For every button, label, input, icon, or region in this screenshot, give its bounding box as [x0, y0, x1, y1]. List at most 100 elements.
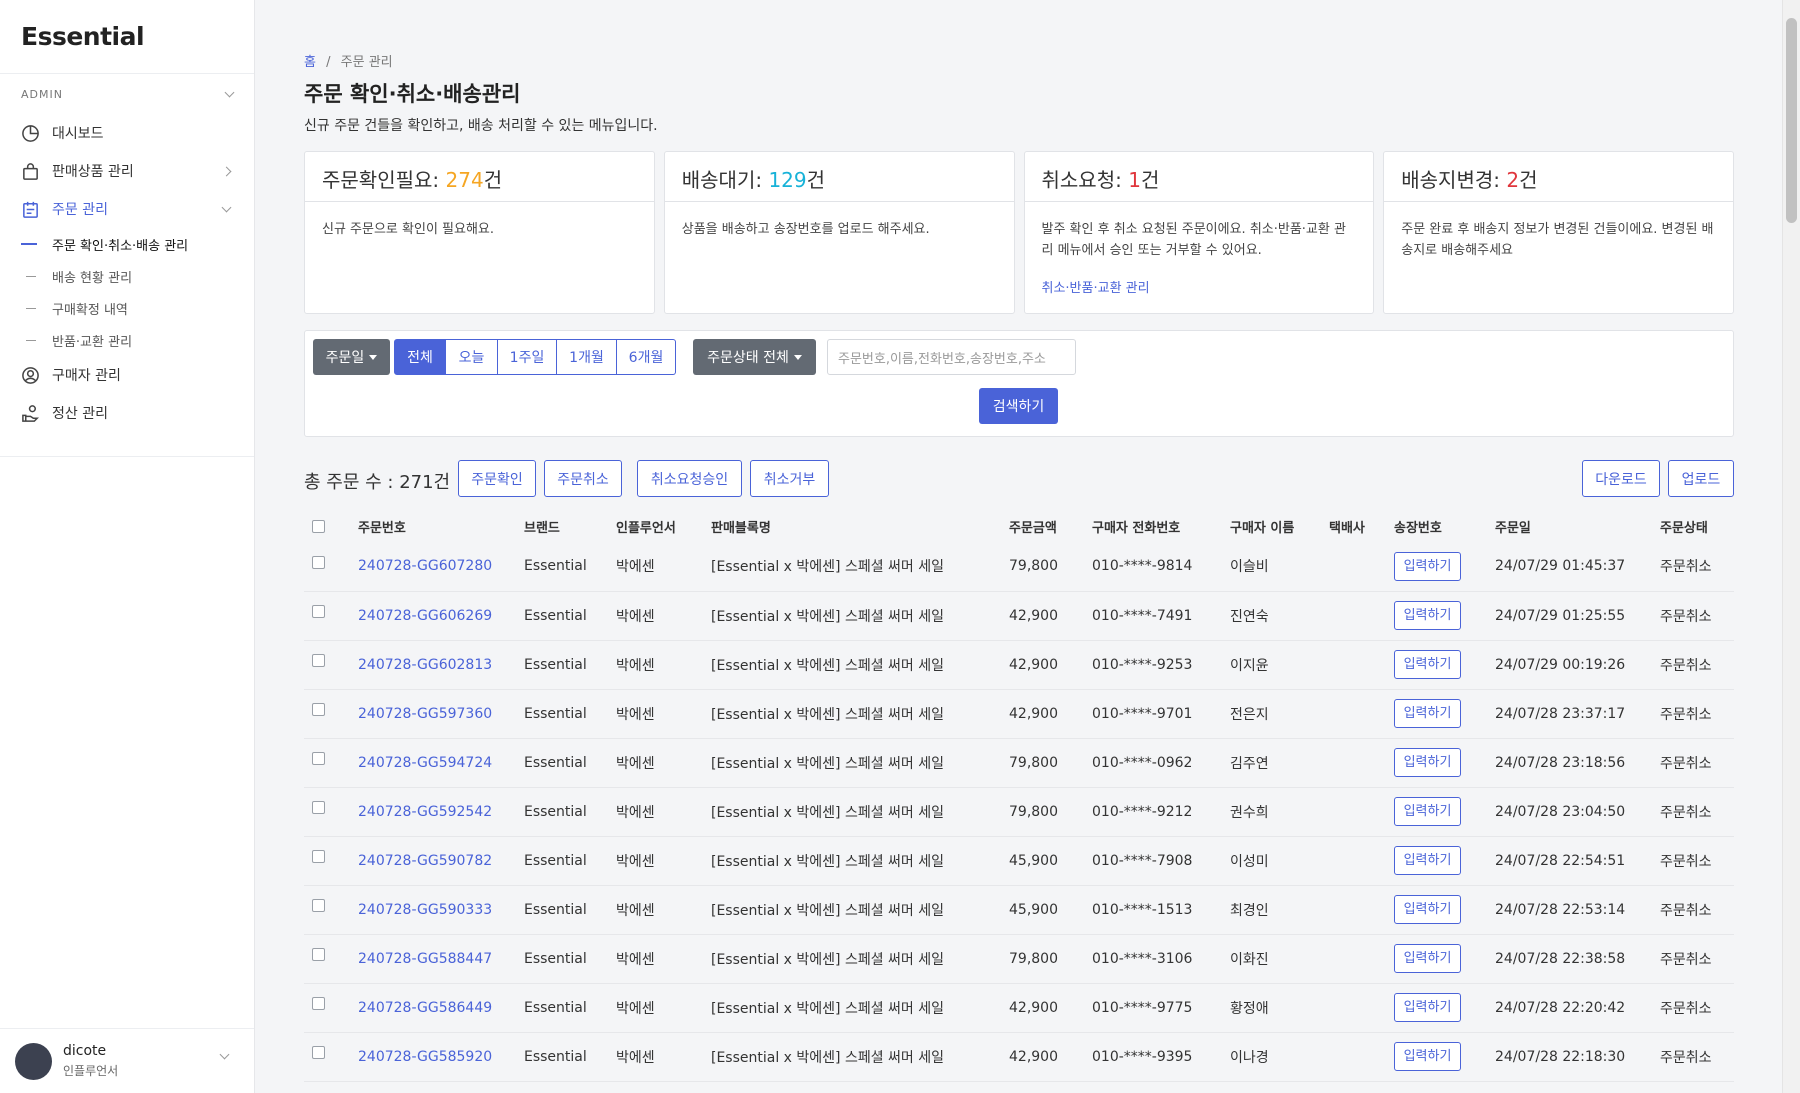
order-number-link[interactable]: 240728-GG597360	[358, 706, 492, 722]
order-number-link[interactable]: 240728-GG585920	[358, 1049, 492, 1065]
sidebar-item-settlement[interactable]: 정산 관리	[0, 394, 254, 432]
table-row[interactable]: 240728-GG588447 Essential 박에센 [Essential…	[304, 934, 1734, 984]
sidebar-item-dashboard[interactable]: 대시보드	[0, 114, 254, 152]
upload-button[interactable]: 업로드	[1668, 460, 1734, 497]
invoice-input-button[interactable]: 입력하기	[1394, 797, 1461, 826]
period-all-button[interactable]: 전체	[394, 339, 446, 375]
card-count: 129	[768, 168, 807, 192]
sidebar-item-buyers[interactable]: 구매자 관리	[0, 356, 254, 394]
table-row[interactable]: 240728-GG606269 Essential 박에센 [Essential…	[304, 591, 1734, 641]
select-all-checkbox[interactable]	[312, 519, 325, 533]
order-number-link[interactable]: 240728-GG602813	[358, 657, 492, 673]
search-button[interactable]: 검색하기	[979, 388, 1058, 424]
invoice-input-button[interactable]: 입력하기	[1394, 650, 1461, 679]
order-number-link[interactable]: 240728-GG590782	[358, 853, 492, 869]
order-status-cell: 주문취소	[1660, 787, 1734, 837]
approve-cancel-request-button[interactable]: 취소요청승인	[637, 460, 742, 497]
chevron-right-icon	[221, 166, 232, 176]
row-checkbox[interactable]	[312, 850, 325, 863]
block-name-cell: [Essential x 박에센] 스페셜 써머 세일	[711, 1032, 1009, 1082]
block-name-cell: [Essential x 박에센] 스페셜 써머 세일	[711, 983, 1009, 1033]
sidebar-subitem-order-manage[interactable]: 주문 확인·취소·배송 관리	[0, 228, 254, 260]
app-logo[interactable]: Essential	[0, 0, 254, 74]
card-description: 신규 주문으로 확인이 필요해요.	[322, 222, 495, 237]
period-month-button[interactable]: 1개월	[557, 339, 617, 375]
dash-bullet	[26, 307, 36, 309]
table-row[interactable]: 240728-GG607280 Essential 박에센 [Essential…	[304, 542, 1734, 592]
role-selector[interactable]: ADMIN	[0, 74, 254, 114]
invoice-input-button[interactable]: 입력하기	[1394, 699, 1461, 728]
invoice-input-button[interactable]: 입력하기	[1394, 993, 1461, 1022]
period-today-button[interactable]: 오늘	[446, 339, 498, 375]
row-checkbox[interactable]	[312, 801, 325, 814]
order-number-link[interactable]: 240728-GG606269	[358, 608, 492, 624]
row-checkbox[interactable]	[312, 948, 325, 961]
period-week-button[interactable]: 1주일	[498, 339, 557, 375]
row-checkbox[interactable]	[312, 703, 325, 716]
row-checkbox[interactable]	[312, 605, 325, 618]
order-number-link[interactable]: 240728-GG590333	[358, 902, 492, 918]
row-checkbox[interactable]	[312, 1046, 325, 1059]
sidebar-subitem-returns[interactable]: 반품·교환 관리	[0, 324, 254, 356]
period-6month-button[interactable]: 6개월	[617, 339, 676, 375]
table-row[interactable]: 240728-GG590333 Essential 박에센 [Essential…	[304, 885, 1734, 935]
invoice-input-button[interactable]: 입력하기	[1394, 895, 1461, 924]
user-menu[interactable]: dicote 인플루언서	[0, 1028, 254, 1093]
invoice-input-button[interactable]: 입력하기	[1394, 551, 1461, 581]
sidebar-subitem-purchase-confirm[interactable]: 구매확정 내역	[0, 292, 254, 324]
row-checkbox[interactable]	[312, 997, 325, 1010]
buyer-name-cell: 전은지	[1230, 689, 1329, 739]
cancel-return-link[interactable]: 취소·반품·교환 관리	[1042, 278, 1357, 299]
table-row[interactable]: 240728-GG592542 Essential 박에센 [Essential…	[304, 787, 1734, 837]
order-status-dropdown[interactable]: 주문상태 전체	[693, 339, 816, 375]
scrollbar-thumb[interactable]	[1786, 18, 1797, 223]
invoice-input-button[interactable]: 입력하기	[1394, 1042, 1461, 1071]
download-button[interactable]: 다운로드	[1582, 460, 1660, 497]
order-number-link[interactable]: 240728-GG586449	[358, 1000, 492, 1016]
order-number-link[interactable]: 240728-GG607280	[358, 558, 492, 574]
column-header: 주문번호	[358, 520, 406, 536]
invoice-input-button[interactable]: 입력하기	[1394, 846, 1461, 875]
invoice-input-button[interactable]: 입력하기	[1394, 944, 1461, 973]
breadcrumb-home[interactable]: 홈	[304, 55, 316, 70]
amount-cell: 79,800	[1009, 934, 1092, 984]
amount-cell: 79,800	[1009, 787, 1092, 837]
table-row[interactable]: 240728-GG594724 Essential 박에센 [Essential…	[304, 738, 1734, 788]
phone-cell: 010-****-9253	[1092, 640, 1230, 690]
sidebar-item-orders[interactable]: 주문 관리	[0, 190, 254, 228]
page-scrollbar[interactable]	[1782, 0, 1800, 1093]
table-row[interactable]: 240728-GG602813 Essential 박에센 [Essential…	[304, 640, 1734, 690]
order-date-cell: 24/07/29 01:25:55	[1495, 591, 1660, 641]
sidebar-subitem-delivery-status[interactable]: 배송 현황 관리	[0, 260, 254, 292]
table-row[interactable]: 240728-GG585920 Essential 박에센 [Essential…	[304, 1032, 1734, 1082]
order-number-link[interactable]: 240728-GG592542	[358, 804, 492, 820]
date-type-dropdown[interactable]: 주문일	[313, 339, 390, 375]
row-checkbox[interactable]	[312, 752, 325, 765]
block-name-cell: [Essential x 박에센] 스페셜 써머 세일	[711, 885, 1009, 935]
buyer-name-cell: 황정애	[1230, 983, 1329, 1033]
orders-table: 주문번호 브랜드 인플루언서 판매블록명 주문금액 구매자 전화번호 구매자 이…	[304, 510, 1734, 1082]
brand-cell: Essential	[524, 542, 616, 592]
invoice-input-button[interactable]: 입력하기	[1394, 601, 1461, 630]
order-number-link[interactable]: 240728-GG588447	[358, 951, 492, 967]
order-number-link[interactable]: 240728-GG594724	[358, 755, 492, 771]
table-row[interactable]: 240728-GG586449 Essential 박에센 [Essential…	[304, 983, 1734, 1033]
row-checkbox[interactable]	[312, 654, 325, 667]
order-status-cell: 주문취소	[1660, 885, 1734, 935]
search-input[interactable]: 주문번호,이름,전화번호,송장번호,주소	[827, 339, 1076, 375]
table-row[interactable]: 240728-GG597360 Essential 박에센 [Essential…	[304, 689, 1734, 739]
clipboard-icon	[21, 200, 40, 219]
card-description: 주문 완료 후 배송지 정보가 변경된 건들이에요. 변경된 배송지로 배송해주…	[1401, 222, 1714, 258]
order-date-cell: 24/07/28 22:20:42	[1495, 983, 1660, 1033]
sidebar-item-products[interactable]: 판매상품 관리	[0, 152, 254, 190]
block-name-cell: [Essential x 박에센] 스페셜 써머 세일	[711, 836, 1009, 886]
row-checkbox[interactable]	[312, 899, 325, 912]
invoice-input-button[interactable]: 입력하기	[1394, 748, 1461, 777]
reject-cancel-button[interactable]: 취소거부	[750, 460, 829, 497]
row-checkbox[interactable]	[312, 555, 325, 569]
sidebar-item-label: 정산 관리	[52, 406, 108, 422]
courier-cell	[1329, 542, 1394, 592]
table-row[interactable]: 240728-GG590782 Essential 박에센 [Essential…	[304, 836, 1734, 886]
cancel-order-button[interactable]: 주문취소	[544, 460, 622, 497]
confirm-order-button[interactable]: 주문확인	[458, 460, 536, 497]
